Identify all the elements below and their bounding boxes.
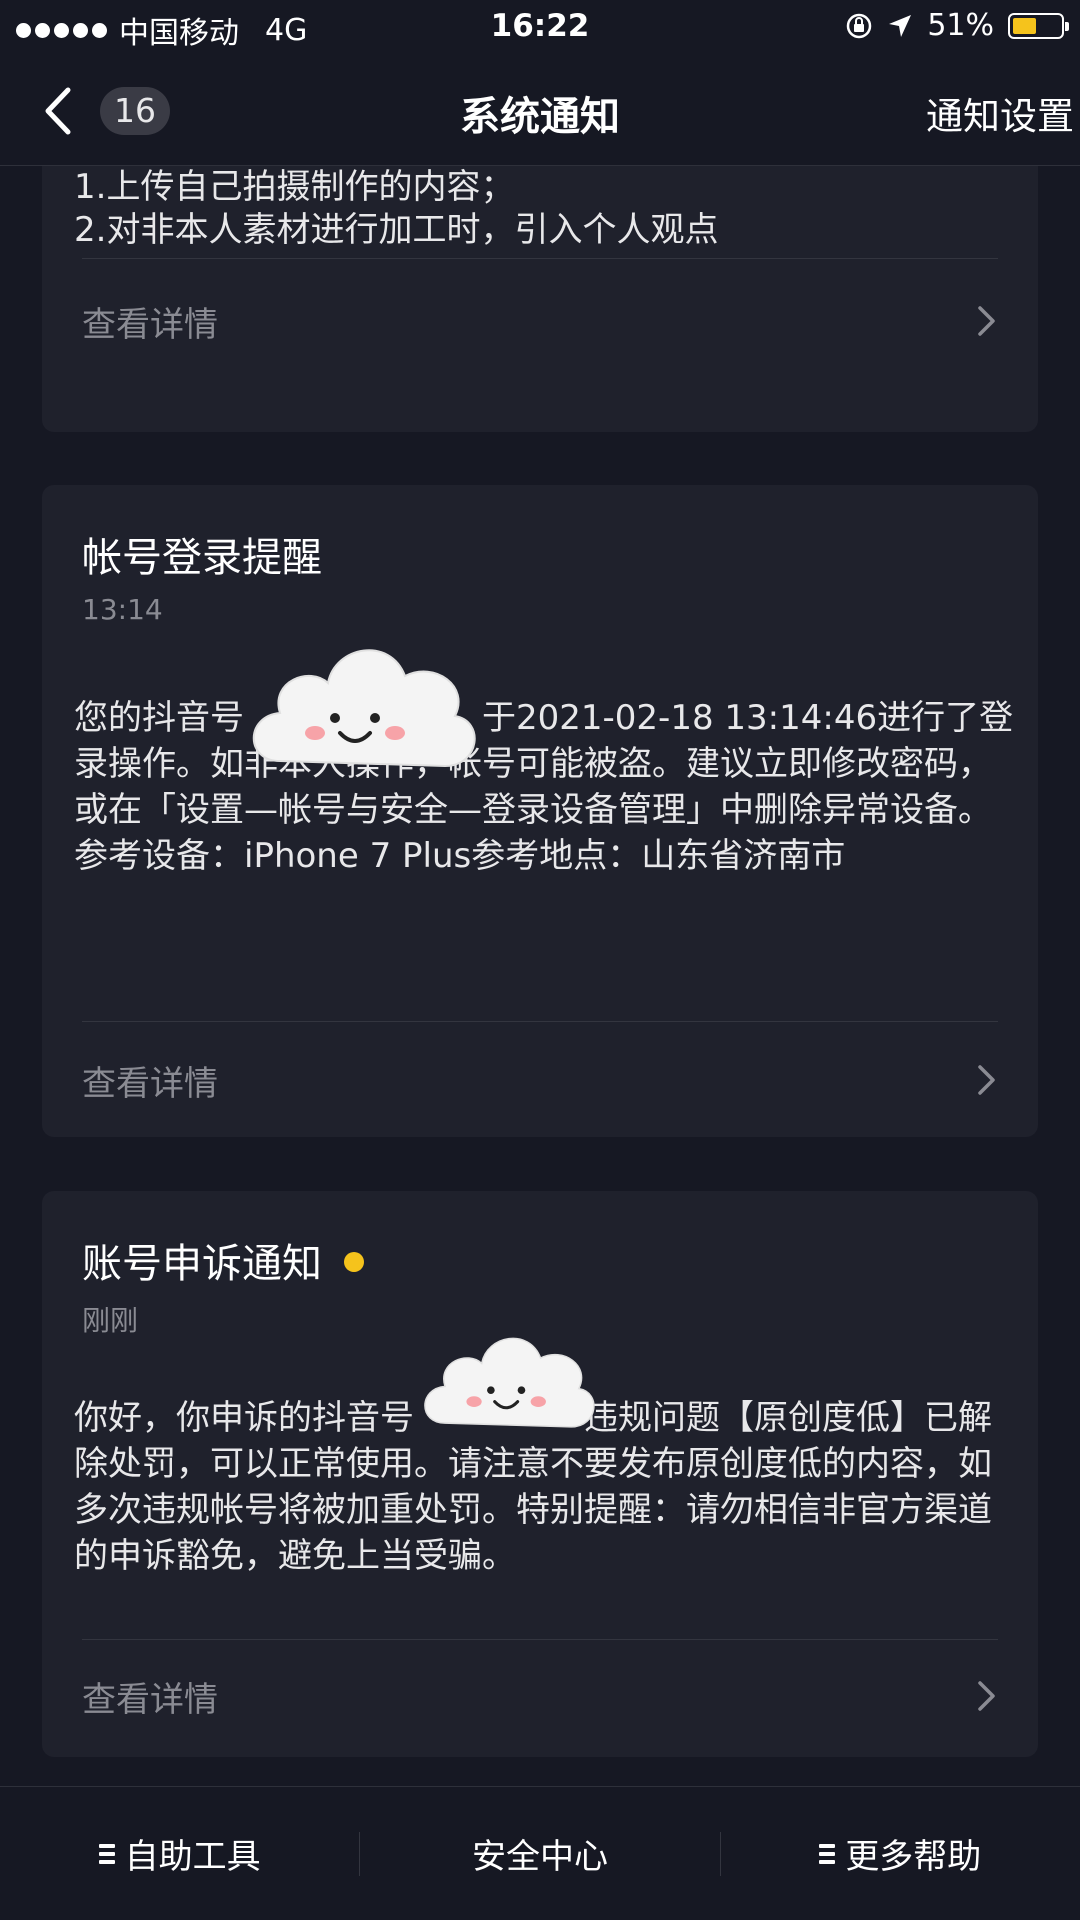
view-details-row[interactable]: 查看详情 — [82, 1035, 998, 1125]
card-divider — [82, 258, 998, 259]
self-help-tools-button[interactable]: 自助工具 — [0, 1832, 359, 1877]
chevron-right-icon — [978, 306, 995, 336]
status-bar: 中国移动 4G 16:22 51% — [0, 0, 1080, 56]
security-center-button[interactable]: 安全中心 — [360, 1832, 719, 1877]
notification-time: 刚刚 — [82, 1304, 139, 1337]
orientation-lock-icon — [847, 13, 872, 38]
battery-fill — [1013, 17, 1037, 34]
chevron-right-icon — [978, 1065, 995, 1095]
card-divider — [82, 1021, 998, 1022]
bottom-toolbar: 自助工具 安全中心 更多帮助 — [0, 1786, 1080, 1920]
view-details-label: 查看详情 — [82, 1063, 218, 1104]
notification-card: 1.上传自己拍摄制作的内容； 2.对非本人素材进行加工时，引入个人观点 查看详情 — [42, 166, 1038, 432]
notification-body-line: 1.上传自己拍摄制作的内容； — [74, 167, 515, 207]
cloud-sticker-icon — [424, 1337, 595, 1428]
battery-icon — [1008, 12, 1069, 39]
notification-title: 帐号登录提醒 — [82, 535, 322, 581]
notification-card: 账号申诉通知 刚刚 你好，你申诉的抖音号 违规问题【原创度低】已解除处罚，可以正… — [42, 1191, 1038, 1757]
view-details-row[interactable]: 查看详情 — [82, 276, 998, 366]
card-divider — [82, 1639, 998, 1640]
page-title: 系统通知 — [460, 94, 620, 140]
cloud-sticker-icon — [252, 649, 476, 768]
location-arrow-icon — [889, 14, 912, 37]
battery-percent: 51% — [927, 8, 994, 43]
security-center-label: 安全中心 — [471, 1837, 608, 1877]
notification-title: 账号申诉通知 — [82, 1231, 364, 1289]
view-details-label: 查看详情 — [82, 304, 218, 345]
notification-card: 帐号登录提醒 13:14 您的抖音号 于2021-02-18 13:14:46进… — [42, 485, 1038, 1137]
notification-body-line: 2.对非本人素材进行加工时，引入个人观点 — [74, 210, 719, 250]
self-help-label: 自助工具 — [124, 1837, 261, 1877]
view-details-label: 查看详情 — [82, 1679, 218, 1720]
view-details-row[interactable]: 查看详情 — [82, 1651, 998, 1741]
notification-settings-button[interactable]: 通知设置 — [926, 86, 1074, 140]
notification-time: 13:14 — [82, 593, 163, 626]
menu-icon — [98, 1843, 115, 1864]
nav-bar: 16 系统通知 通知设置 — [0, 56, 1080, 166]
more-help-button[interactable]: 更多帮助 — [721, 1832, 1080, 1877]
menu-icon — [819, 1843, 836, 1864]
notification-body: 1.上传自己拍摄制作的内容； 2.对非本人素材进行加工时，引入个人观点 — [74, 166, 1014, 252]
notification-title-text: 账号申诉通知 — [82, 1241, 322, 1287]
notification-body: 您的抖音号 于2021-02-18 13:14:46进行了登录操作。如非本人操作… — [74, 698, 1014, 876]
chevron-right-icon — [978, 1681, 995, 1711]
unread-dot-icon — [344, 1252, 364, 1272]
status-right: 51% — [845, 8, 1069, 43]
notification-list[interactable]: 1.上传自己拍摄制作的内容； 2.对非本人素材进行加工时，引入个人观点 查看详情… — [0, 166, 1080, 1786]
more-help-label: 更多帮助 — [845, 1837, 982, 1877]
